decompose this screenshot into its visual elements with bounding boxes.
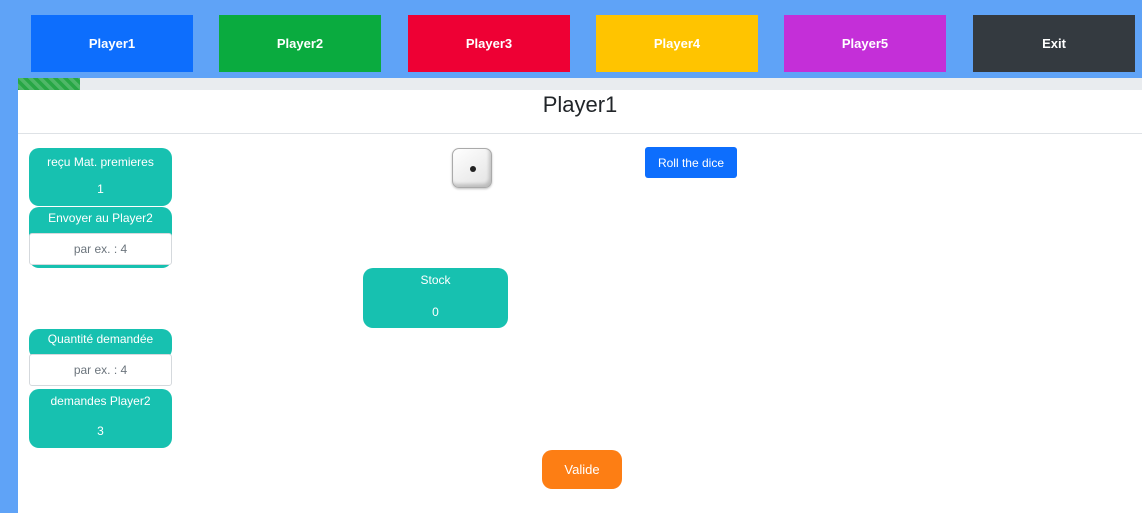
received-label: reçu Mat. premieres [47, 155, 154, 169]
page-title: Player1 [542, 92, 618, 117]
player1-button[interactable]: Player1 [31, 15, 193, 72]
player-nav: Player1 Player2 Player3 Player4 Player5 … [0, 0, 1142, 80]
demands-label: demandes Player2 [50, 394, 151, 408]
dice-one-icon[interactable] [452, 148, 492, 188]
send-quantity-input[interactable]: par ex. : 4 [29, 233, 172, 265]
requested-quantity-placeholder: par ex. : 4 [73, 363, 128, 377]
dice-pip [470, 166, 476, 172]
main-panel: Player1 reçu Mat. premieres 1 Envoyer au… [18, 78, 1142, 513]
progress-fill [18, 78, 80, 90]
title-divider [18, 133, 1142, 134]
exit-button[interactable]: Exit [973, 15, 1135, 72]
roll-dice-button[interactable]: Roll the dice [645, 147, 737, 178]
stock-card: Stock 0 [363, 268, 508, 328]
demands-value: 3 [97, 424, 104, 438]
requested-label: Quantité demandée [47, 332, 154, 346]
player3-button[interactable]: Player3 [408, 15, 570, 72]
received-card: reçu Mat. premieres 1 [29, 148, 172, 206]
stock-value: 0 [432, 305, 439, 319]
player5-button[interactable]: Player5 [784, 15, 946, 72]
stock-label: Stock [420, 273, 451, 287]
progress-bar [18, 78, 1142, 90]
demands-card: demandes Player2 3 [29, 389, 172, 448]
player2-button[interactable]: Player2 [219, 15, 381, 72]
player4-button[interactable]: Player4 [596, 15, 758, 72]
send-label: Envoyer au Player2 [48, 211, 153, 225]
send-quantity-placeholder: par ex. : 4 [73, 242, 128, 256]
received-value: 1 [97, 182, 104, 196]
valide-button[interactable]: Valide [542, 450, 622, 489]
requested-quantity-input[interactable]: par ex. : 4 [29, 354, 172, 386]
